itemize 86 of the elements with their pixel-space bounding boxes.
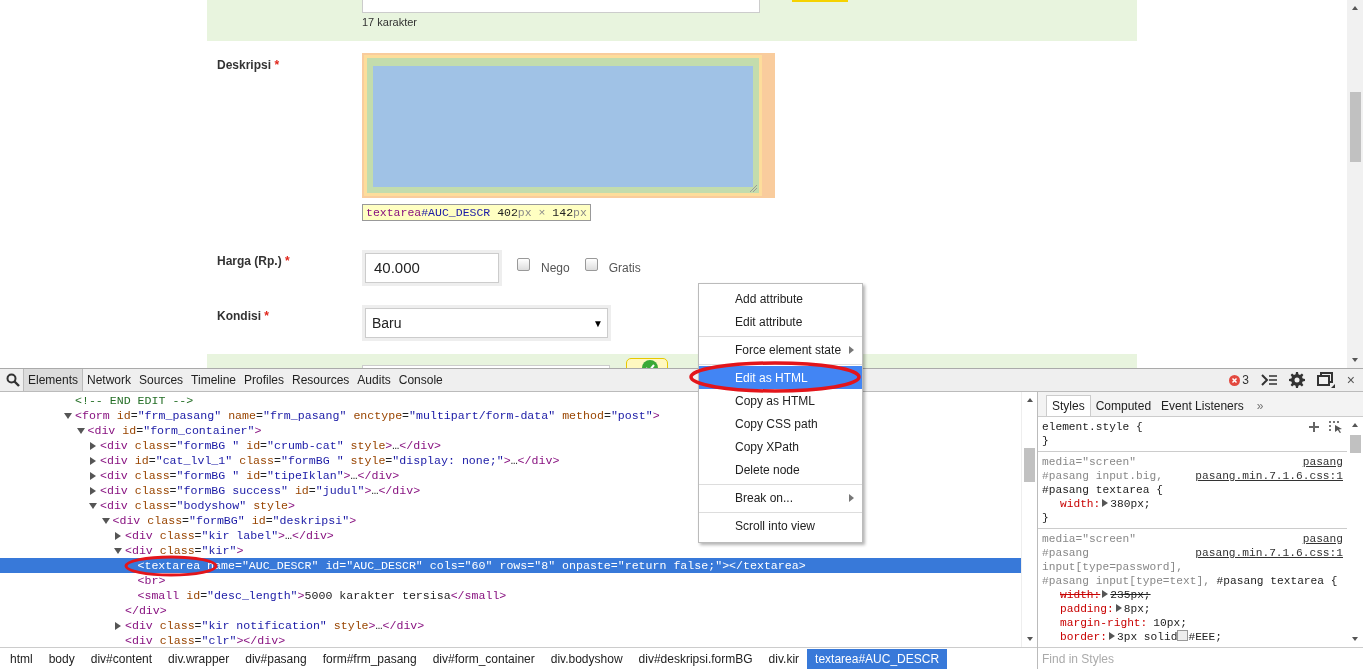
panel-tab[interactable]: Console: [394, 369, 447, 391]
menu-item[interactable]: Edit attribute: [699, 310, 862, 333]
code-line[interactable]: <!-- END EDIT -->: [75, 394, 194, 407]
rule-selector: #pasang input.big,: [1042, 469, 1164, 483]
breadcrumb[interactable]: form#frm_pasang: [314, 648, 425, 669]
rule-selector: #pasang input[type=password],: [1042, 546, 1184, 574]
stylesheet-link[interactable]: pasang: [1302, 532, 1343, 546]
breadcrumb[interactable]: div#pasang: [237, 648, 315, 669]
code-line[interactable]: </div>: [125, 604, 167, 617]
media-query: media="screen": [1042, 532, 1136, 546]
breadcrumb[interactable]: div#form_container: [424, 648, 543, 669]
opening-brace: {: [1156, 484, 1163, 496]
field-label: Harga (Rp.) *: [217, 253, 290, 268]
media-query: media="screen": [1042, 455, 1136, 469]
property-value[interactable]: #EEE;: [1188, 631, 1222, 643]
sidebar-tab[interactable]: Event Listeners: [1156, 396, 1249, 416]
menu-item[interactable]: Break on...: [699, 486, 862, 509]
price-field[interactable]: 40.000: [362, 249, 502, 286]
code-line[interactable]: <div class="kir">: [125, 544, 244, 557]
property-value[interactable]: 8px;: [1123, 603, 1151, 615]
property-value[interactable]: 10px;: [1153, 617, 1187, 629]
breadcrumb[interactable]: div.wrapper: [160, 648, 238, 669]
property-name[interactable]: border:: [1060, 631, 1107, 643]
property-name[interactable]: width:: [1060, 589, 1101, 601]
rule-selector: #pasang textarea: [1216, 575, 1324, 587]
breadcrumb[interactable]: html: [2, 648, 41, 669]
closing-brace: }: [1042, 434, 1050, 448]
breadcrumb[interactable]: div#deskripsi.formBG: [630, 648, 761, 669]
panel-tab[interactable]: Profiles: [240, 369, 288, 391]
code-line[interactable]: <form id="frm_pasang" name="frm_pasang" enctype="multipart/form-data" method="post">: [75, 409, 660, 422]
property-name[interactable]: padding:: [1060, 603, 1114, 615]
menu-item[interactable]: Force element state: [699, 338, 862, 361]
code-line[interactable]: <div class="clr"></div>: [125, 634, 286, 647]
code-line[interactable]: <div class="kir label">…</div>: [125, 529, 334, 542]
stylesheet-link[interactable]: pasang.min.7.1.6.css:1: [1195, 546, 1343, 560]
checkbox-label: Gratis: [608, 260, 641, 275]
filter-field[interactable]: Find in Styles: [1038, 647, 1363, 669]
breadcrumb[interactable]: textarea#AUC_DESCR: [807, 648, 948, 669]
code-line[interactable]: <div class="formBG" id="deskripsi">: [112, 514, 357, 527]
menu-item[interactable]: Copy XPath: [699, 435, 862, 458]
property-name[interactable]: margin-right:: [1060, 617, 1148, 629]
more-tabs-button[interactable]: »: [1248, 396, 1272, 416]
sidebar-tab[interactable]: Computed: [1090, 396, 1157, 416]
code-line[interactable]: <div class="bodyshow" style>: [100, 499, 295, 512]
panel-tab[interactable]: Network: [83, 369, 136, 391]
rule-selector: #pasang textarea: [1042, 484, 1150, 496]
condition-dropdown[interactable]: Baru ▼: [362, 305, 611, 341]
panel-tab[interactable]: Elements: [23, 369, 84, 391]
property-value[interactable]: 3px solid: [1117, 631, 1178, 643]
code-line[interactable]: <div id="cat_lvl_1" class="formBG " style="display: none;">…</div>: [100, 454, 560, 467]
panel-tab[interactable]: Timeline: [187, 369, 240, 391]
breadcrumb[interactable]: body: [40, 648, 83, 669]
stylesheet-link[interactable]: pasang: [1302, 455, 1343, 469]
rule-selector: element.style {: [1042, 420, 1143, 434]
field-label: Deskripsi *: [217, 58, 280, 72]
code-line[interactable]: <div class="kir notification" style>…</div>: [125, 619, 425, 632]
code-line[interactable]: <div class="formBG success" id="judul">…</div>: [100, 484, 421, 497]
sidebar-tab[interactable]: Styles: [1046, 395, 1091, 416]
breadcrumb[interactable]: div.kir: [760, 648, 808, 669]
panel-tab[interactable]: Audits: [353, 369, 395, 391]
checkbox-label: Nego: [541, 260, 570, 275]
close-button[interactable]: ×: [1346, 372, 1355, 388]
rule-selector: #pasang input[type=text],: [1042, 575, 1210, 587]
code-line[interactable]: <small id="desc_length">5000 karakter tersisa</small>: [137, 589, 507, 602]
property-value[interactable]: 235px;: [1110, 589, 1151, 601]
closing-brace: }: [1042, 511, 1050, 525]
character-count: 17 karakter: [362, 16, 419, 28]
menu-item[interactable]: Scroll into view: [699, 514, 862, 537]
stylesheet-link[interactable]: pasang.min.7.1.6.css:1: [1195, 469, 1343, 483]
property-name[interactable]: width:: [1060, 498, 1101, 510]
code-line[interactable]: <div class="formBG " id="tipeIklan">…</div>: [100, 469, 400, 482]
menu-item[interactable]: Copy CSS path: [699, 412, 862, 435]
code-line[interactable]: <br>: [137, 574, 166, 587]
panel-tab[interactable]: Resources: [288, 369, 354, 391]
opening-brace: {: [1330, 575, 1338, 587]
element-tooltip: textarea#AUC_DESCR 402px × 142px: [362, 204, 591, 221]
code-line[interactable]: <div class="formBG " id="crumb-cat" style>…</div>: [100, 439, 442, 452]
code-line[interactable]: <div id="form_container">: [87, 424, 262, 437]
property-value[interactable]: 380px;: [1110, 498, 1151, 510]
menu-item[interactable]: Delete node: [699, 458, 862, 481]
panel-tab[interactable]: Sources: [135, 369, 188, 391]
breadcrumb[interactable]: div#content: [82, 648, 161, 669]
field-label: Kondisi *: [217, 309, 269, 323]
breadcrumb[interactable]: div.bodyshow: [542, 648, 631, 669]
menu-item[interactable]: Copy as HTML: [699, 389, 862, 412]
menu-item[interactable]: Add attribute: [699, 287, 862, 310]
